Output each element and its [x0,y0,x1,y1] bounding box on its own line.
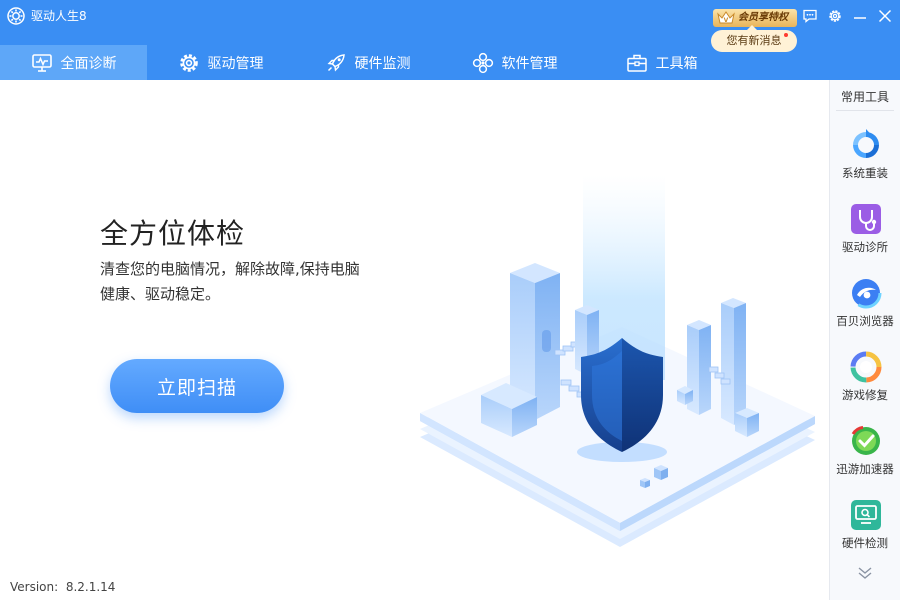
tab-label: 驱动管理 [207,55,264,72]
version-label: Version: [10,580,59,594]
tool-label: 游戏修复 [842,388,888,402]
game-repair-icon [850,351,882,383]
hardware-check-icon [851,500,881,530]
tab-toolbox[interactable]: 工具箱 [588,45,735,80]
monitor-pulse-icon [31,53,52,72]
accelerator-icon [851,425,880,455]
description-line: 健康、驱动稳定。 [100,285,221,303]
tool-label: 百贝浏览器 [836,314,894,328]
tool-baibei-browser[interactable]: 百贝浏览器 [830,276,900,342]
tools-sidebar: 常用工具 系统重装 驱动诊所 百贝浏览器 游戏修复 迅游加速器 硬件检测 [829,80,900,600]
app-title: 驱动人生8 [31,9,87,23]
tool-label: 迅游加速器 [836,462,894,476]
notification-dot [784,33,788,37]
rocket-icon [327,53,345,71]
toolbox-icon [626,54,647,72]
driver-clinic-icon [851,204,881,234]
svg-text:V: V [724,17,729,24]
message-icon [803,9,817,23]
crown-icon: V [717,11,735,24]
tool-xunyou-accelerator[interactable]: 迅游加速器 [830,424,900,490]
gear-icon [179,53,198,72]
sidebar-divider [836,110,894,111]
main-tabs: 全面诊断 驱动管理 硬件监测 软件管理 工具箱 [0,45,720,80]
tab-label: 软件管理 [501,55,558,72]
tab-driver-management[interactable]: 驱动管理 [147,45,294,80]
minimize-icon [854,17,866,19]
tool-label: 系统重装 [842,166,888,180]
tool-label: 驱动诊所 [842,240,888,254]
tab-full-diagnosis[interactable]: 全面诊断 [0,45,147,80]
flower-icon [472,52,493,73]
tool-game-repair[interactable]: 游戏修复 [830,350,900,416]
tool-driver-clinic[interactable]: 驱动诊所 [830,202,900,268]
version-number: 8.2.1.14 [65,580,116,594]
tool-label: 硬件检测 [842,536,888,550]
tab-label: 工具箱 [655,55,698,72]
vip-label: 会员享特权 [738,12,788,23]
tool-system-reinstall[interactable]: 系统重装 [830,128,900,194]
app-logo-icon [7,7,25,25]
version-info: Version: 8.2.1.14 [10,580,115,594]
chevron-double-down-icon[interactable] [856,566,874,580]
tool-hardware-check[interactable]: 硬件检测 [830,498,900,564]
gear-icon [829,10,841,22]
main-panel: 全方位体检 清查您的电脑情况，解除故障,保持电脑 健康、驱动稳定。 立即扫描 V… [0,80,829,600]
sidebar-title: 常用工具 [840,90,889,104]
browser-icon [850,277,882,309]
close-button[interactable] [874,6,896,26]
description-line: 清查您的电脑情况，解除故障,保持电脑 [100,260,360,278]
settings-button[interactable] [824,6,846,26]
feedback-button[interactable] [799,6,821,26]
minimize-button[interactable] [849,6,871,26]
page-title: 全方位体检 [100,217,246,250]
title-bar: 驱动人生8 V 会员享特权 您有新消息 全面诊断 驱动管理 硬件监测 软件管理 … [0,0,900,80]
tab-software-management[interactable]: 软件管理 [441,45,588,80]
tab-label: 硬件监测 [354,55,411,72]
tab-hardware-monitor[interactable]: 硬件监测 [294,45,441,80]
tab-label: 全面诊断 [60,55,117,72]
page-description: 清查您的电脑情况，解除故障,保持电脑 健康、驱动稳定。 [100,257,390,307]
system-reinstall-icon [853,129,879,158]
scan-now-button[interactable]: 立即扫描 [110,359,284,413]
close-icon [878,9,892,23]
health-check-illustration [420,175,815,547]
